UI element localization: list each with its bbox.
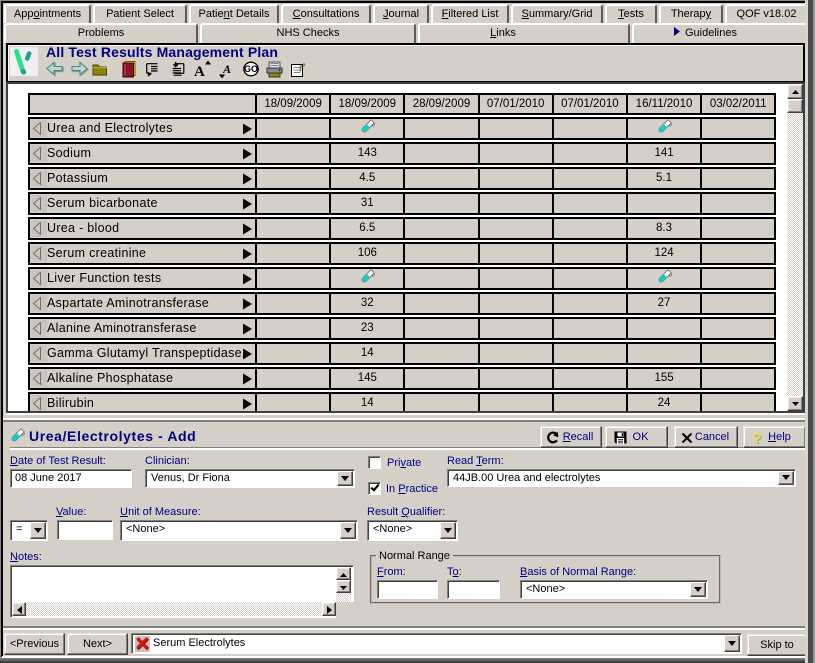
svg-text:A: A (222, 62, 231, 76)
svg-text:A: A (194, 64, 205, 80)
svg-text:GO: GO (244, 64, 258, 74)
